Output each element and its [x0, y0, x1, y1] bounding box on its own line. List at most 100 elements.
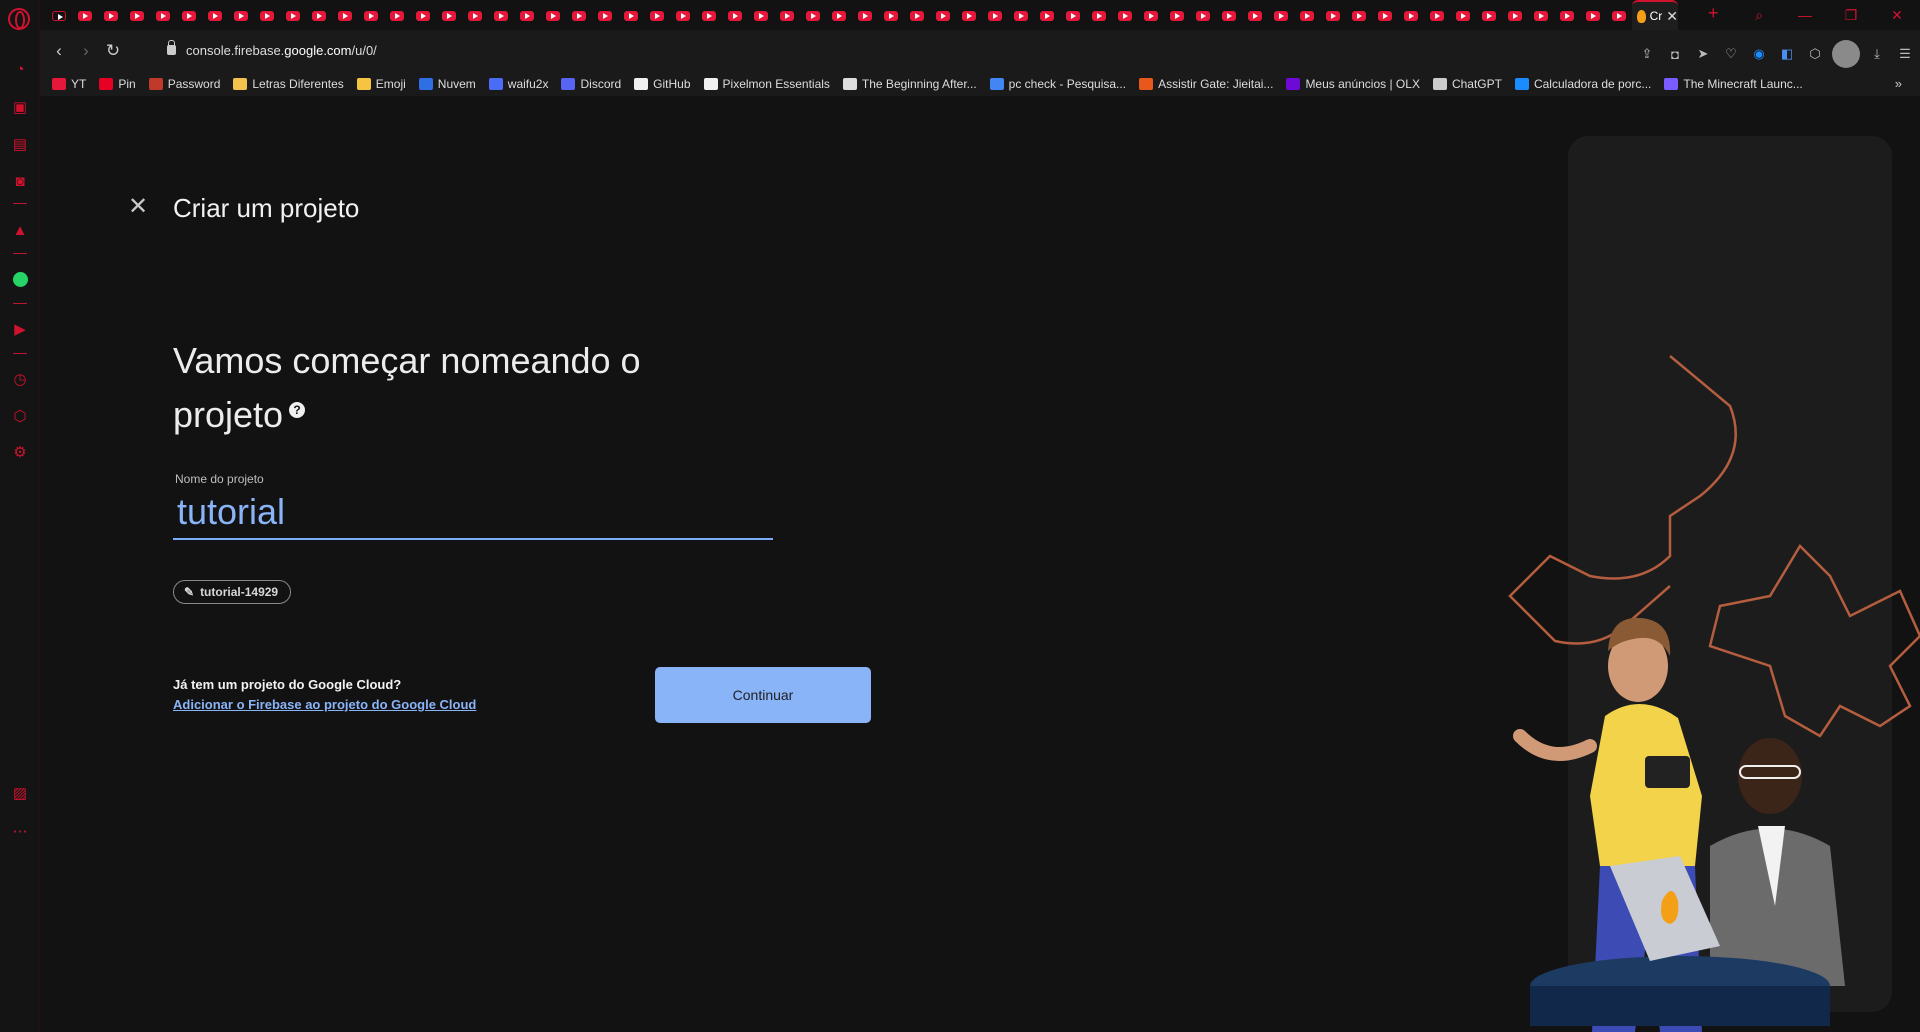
- youtube-tab[interactable]: [72, 6, 98, 26]
- close-window-icon[interactable]: ✕: [1874, 0, 1920, 30]
- downloads-icon[interactable]: ⤓: [1866, 43, 1888, 65]
- youtube-tab[interactable]: [254, 6, 280, 26]
- youtube-tab[interactable]: [1008, 6, 1034, 26]
- bookmark-heart-icon[interactable]: ♡: [1720, 43, 1742, 65]
- youtube-tab[interactable]: [358, 6, 384, 26]
- twitch-icon[interactable]: ▤: [9, 133, 31, 155]
- bookmark-item[interactable]: Meus anúncios | OLX: [1286, 77, 1420, 91]
- youtube-tab[interactable]: [1346, 6, 1372, 26]
- bookmark-item[interactable]: Calculadora de porc...: [1514, 77, 1651, 91]
- forward-arrow-icon[interactable]: ›: [76, 41, 96, 61]
- aria-icon[interactable]: ▲: [9, 219, 31, 241]
- opera-logo-icon[interactable]: [8, 8, 30, 30]
- youtube-tab[interactable]: [566, 6, 592, 26]
- youtube-tab[interactable]: [852, 6, 878, 26]
- translate-extension-icon[interactable]: ◧: [1776, 43, 1798, 65]
- youtube-tab[interactable]: [982, 6, 1008, 26]
- youtube-tab[interactable]: [904, 6, 930, 26]
- bookmark-item[interactable]: Discord: [561, 77, 621, 91]
- youtube-tab[interactable]: [1554, 6, 1580, 26]
- close-tab-icon[interactable]: ✕: [1666, 8, 1678, 25]
- bookmark-item[interactable]: Pixelmon Essentials: [703, 77, 830, 91]
- youtube-tab[interactable]: [1034, 6, 1060, 26]
- youtube-tab[interactable]: [1580, 6, 1606, 26]
- bookmark-item[interactable]: Letras Diferentes: [233, 77, 344, 91]
- youtube-tab[interactable]: [644, 6, 670, 26]
- lock-icon[interactable]: [167, 40, 176, 55]
- youtube-tab[interactable]: [592, 6, 618, 26]
- youtube-tab[interactable]: [1112, 6, 1138, 26]
- bookmark-item[interactable]: YT: [52, 77, 86, 91]
- close-dialog-icon[interactable]: ✕: [127, 195, 149, 219]
- bookmark-item[interactable]: The Beginning After...: [842, 77, 977, 91]
- shopping-bag-icon[interactable]: ▣: [9, 96, 31, 118]
- bookmark-item[interactable]: Nuvem: [418, 77, 476, 91]
- active-tab[interactable]: Cr ✕: [1632, 0, 1678, 30]
- youtube-tab[interactable]: [1528, 6, 1554, 26]
- youtube-tab[interactable]: [332, 6, 358, 26]
- help-icon[interactable]: ?: [289, 402, 306, 418]
- youtube-tab[interactable]: [1242, 6, 1268, 26]
- youtube-tab[interactable]: [1502, 6, 1528, 26]
- bookmark-item[interactable]: GitHub: [634, 77, 691, 91]
- more-options-icon[interactable]: ⋯: [9, 820, 31, 842]
- youtube-tab[interactable]: [1320, 6, 1346, 26]
- restore-icon[interactable]: ❐: [1828, 0, 1874, 30]
- project-id-chip[interactable]: ✎ tutorial-14929: [173, 580, 292, 604]
- youtube-tab[interactable]: [618, 6, 644, 26]
- youtube-tab[interactable]: [956, 6, 982, 26]
- youtube-tab[interactable]: [1138, 6, 1164, 26]
- youtube-tab[interactable]: [1450, 6, 1476, 26]
- youtube-tab[interactable]: [1398, 6, 1424, 26]
- url-field[interactable]: console.firebase.google.com/u/0/: [186, 43, 377, 58]
- add-firebase-to-gcp-link[interactable]: Adicionar o Firebase ao projeto do Googl…: [173, 697, 476, 712]
- bookmark-item[interactable]: Emoji: [356, 77, 406, 91]
- bookmark-item[interactable]: Assistir Gate: Jieitai...: [1139, 77, 1273, 91]
- tab-search-icon[interactable]: ⌕: [1736, 0, 1782, 30]
- youtube-tab[interactable]: [280, 6, 306, 26]
- share-icon[interactable]: ⇪: [1636, 43, 1658, 65]
- youtube-tab[interactable]: [540, 6, 566, 26]
- youtube-tab[interactable]: [670, 6, 696, 26]
- youtube-tab[interactable]: [150, 6, 176, 26]
- bookmark-item[interactable]: ChatGPT: [1432, 77, 1502, 91]
- youtube-tab[interactable]: [826, 6, 852, 26]
- youtube-tab[interactable]: [748, 6, 774, 26]
- youtube-tab[interactable]: [1424, 6, 1450, 26]
- youtube-tab[interactable]: [722, 6, 748, 26]
- youtube-tab[interactable]: [514, 6, 540, 26]
- speed-dial-icon[interactable]: ◔: [9, 58, 31, 80]
- youtube-tab[interactable]: [176, 6, 202, 26]
- bookmark-item[interactable]: Pin: [99, 77, 136, 91]
- youtube-tab[interactable]: [878, 6, 904, 26]
- youtube-tab[interactable]: [1268, 6, 1294, 26]
- youtube-tab[interactable]: [1476, 6, 1502, 26]
- minimize-icon[interactable]: —: [1782, 0, 1828, 30]
- youtube-tab[interactable]: [124, 6, 150, 26]
- youtube-tab[interactable]: [1086, 6, 1112, 26]
- youtube-tab[interactable]: [436, 6, 462, 26]
- project-name-input[interactable]: [173, 486, 773, 540]
- bookmark-item[interactable]: pc check - Pesquisa...: [989, 77, 1126, 91]
- youtube-tab[interactable]: [774, 6, 800, 26]
- youtube-tab[interactable]: [800, 6, 826, 26]
- youtube-tab[interactable]: [488, 6, 514, 26]
- youtube-tab[interactable]: [1294, 6, 1320, 26]
- back-arrow-icon[interactable]: ‹: [49, 41, 69, 61]
- player-icon[interactable]: ▶: [9, 318, 31, 340]
- extensions-cube-icon[interactable]: ⬡: [1804, 43, 1826, 65]
- new-tab-plus-icon[interactable]: +: [1708, 3, 1719, 24]
- instagram-icon[interactable]: ◙: [9, 170, 31, 192]
- youtube-tab[interactable]: [306, 6, 332, 26]
- youtube-tab[interactable]: [1216, 6, 1242, 26]
- gamepad-tab-icon[interactable]: [46, 6, 72, 26]
- easy-setup-menu-icon[interactable]: ☰: [1894, 43, 1916, 65]
- youtube-tab[interactable]: [228, 6, 254, 26]
- reload-icon[interactable]: ↻: [103, 41, 123, 61]
- bookmark-item[interactable]: waifu2x: [488, 77, 548, 91]
- whatsapp-icon[interactable]: [9, 268, 31, 290]
- profile-avatar[interactable]: [1832, 40, 1860, 68]
- more-bookmarks-chevron-icon[interactable]: »: [1895, 76, 1902, 91]
- extensions-cube-icon[interactable]: ⬡: [9, 405, 31, 427]
- send-icon[interactable]: ➤: [1692, 43, 1714, 65]
